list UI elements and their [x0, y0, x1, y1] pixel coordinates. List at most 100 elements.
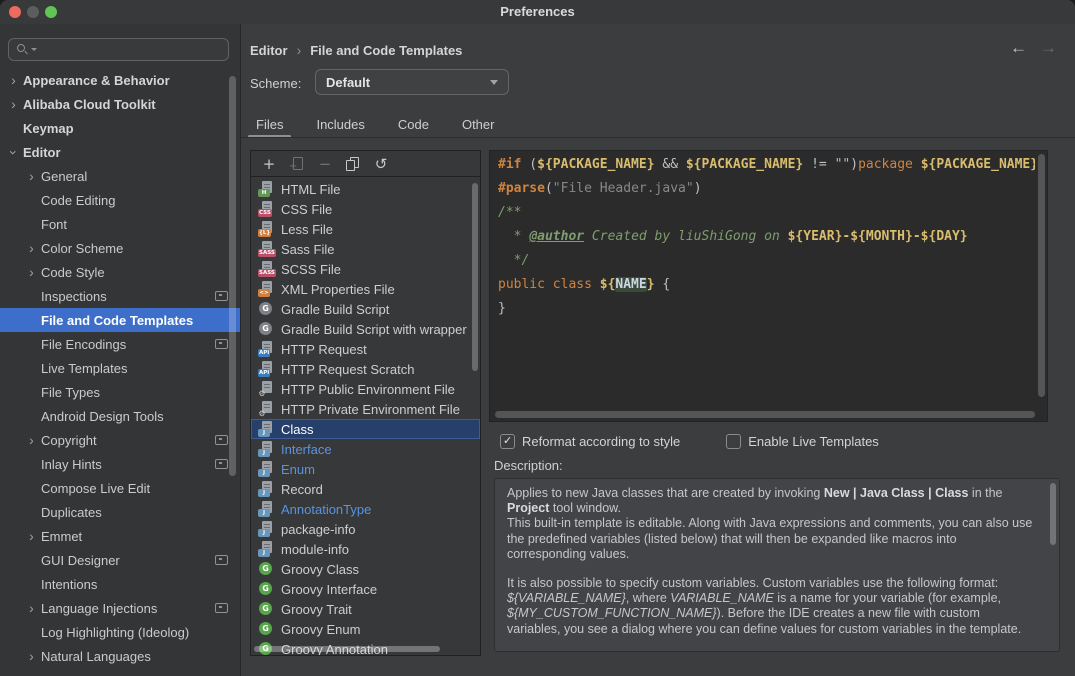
code-area[interactable]: #if (${PACKAGE_NAME} && ${PACKAGE_NAME} …	[498, 153, 1035, 407]
template-list-vscrollbar[interactable]	[472, 183, 478, 371]
back-arrow-icon[interactable]: ←	[1010, 38, 1027, 58]
sidebar-item-file-and-code-templates[interactable]: › File and Code Templates	[0, 308, 240, 332]
create-from-template-button[interactable]	[289, 156, 305, 172]
sidebar-item-copyright[interactable]: › Copyright	[0, 428, 240, 452]
sidebar-item-appearance-behavior[interactable]: › Appearance & Behavior	[0, 68, 240, 92]
add-template-button[interactable]: +	[261, 156, 277, 172]
template-row-html-file[interactable]: H HTML File	[251, 179, 480, 199]
sidebar-item-file-encodings[interactable]: › File Encodings	[0, 332, 240, 356]
template-row-record[interactable]: J Record	[251, 479, 480, 499]
template-list-panel: + − ↺ H HTML File CSS CSS File {L} Less Fi…	[250, 150, 481, 656]
tab-includes[interactable]: Includes	[312, 112, 368, 136]
code-line[interactable]: public class ${NAME} {	[498, 273, 1035, 297]
editor-vscrollbar[interactable]	[1038, 154, 1045, 397]
code-line[interactable]: }	[498, 297, 1035, 321]
sidebar-item-compose-live-edit[interactable]: › Compose Live Edit	[0, 476, 240, 500]
template-row-gradle-build-script[interactable]: G Gradle Build Script	[251, 299, 480, 319]
template-row-module-info[interactable]: J module-info	[251, 539, 480, 559]
sidebar-item-gui-designer[interactable]: › GUI Designer	[0, 548, 240, 572]
template-row-less-file[interactable]: {L} Less File	[251, 219, 480, 239]
code-line[interactable]: #parse("File Header.java")	[498, 177, 1035, 201]
breadcrumb-separator: ›	[297, 42, 302, 58]
sidebar-item-label: General	[41, 169, 87, 184]
template-row-groovy-trait[interactable]: G Groovy Trait	[251, 599, 480, 619]
template-code-editor[interactable]: #if (${PACKAGE_NAME} && ${PACKAGE_NAME} …	[489, 150, 1048, 422]
sidebar-item-code-style[interactable]: › Code Style	[0, 260, 240, 284]
template-name: AnnotationType	[281, 502, 371, 517]
sidebar-item-color-scheme[interactable]: › Color Scheme	[0, 236, 240, 260]
editor-hscrollbar[interactable]	[495, 411, 1035, 418]
template-row-annotationtype[interactable]: J AnnotationType	[251, 499, 480, 519]
code-line[interactable]: /**	[498, 201, 1035, 225]
sidebar-item-label: Android Design Tools	[41, 409, 164, 424]
template-row-package-info[interactable]: J package-info	[251, 519, 480, 539]
tab-code[interactable]: Code	[394, 112, 433, 136]
template-row-http-request[interactable]: API HTTP Request	[251, 339, 480, 359]
code-line[interactable]: #if (${PACKAGE_NAME} && ${PACKAGE_NAME} …	[498, 153, 1035, 177]
template-name: HTTP Private Environment File	[281, 402, 460, 417]
sidebar-item-keymap[interactable]: › Keymap	[0, 116, 240, 140]
less-file-icon: {L}	[258, 221, 274, 237]
java-file-icon: J	[258, 421, 274, 437]
sidebar-item-live-templates[interactable]: › Live Templates	[0, 356, 240, 380]
sidebar-item-editor[interactable]: › Editor	[0, 140, 240, 164]
template-row-interface[interactable]: J Interface	[251, 439, 480, 459]
sidebar-item-code-editing[interactable]: › Code Editing	[0, 188, 240, 212]
sidebar-item-language-injections[interactable]: › Language Injections	[0, 596, 240, 620]
sidebar-item-natural-languages[interactable]: › Natural Languages	[0, 644, 240, 668]
tab-other[interactable]: Other	[458, 112, 499, 136]
groovy-file-icon: G	[258, 581, 274, 597]
template-row-sass-file[interactable]: SASS Sass File	[251, 239, 480, 259]
sidebar-item-emmet[interactable]: › Emmet	[0, 524, 240, 548]
tab-files[interactable]: Files	[252, 112, 287, 136]
breadcrumb-editor[interactable]: Editor	[250, 43, 288, 58]
sidebar-item-duplicates[interactable]: › Duplicates	[0, 500, 240, 524]
template-row-groovy-enum[interactable]: G Groovy Enum	[251, 619, 480, 639]
template-row-class[interactable]: J Class	[251, 419, 480, 439]
template-row-css-file[interactable]: CSS CSS File	[251, 199, 480, 219]
settings-sidebar: › Appearance & Behavior › Alibaba Cloud …	[0, 24, 241, 676]
template-row-gradle-build-script-with-wrapper[interactable]: G Gradle Build Script with wrapper	[251, 319, 480, 339]
settings-search-input[interactable]	[8, 38, 229, 61]
code-line[interactable]: * @author Created by liuShiGong on ${YEA…	[498, 225, 1035, 249]
template-list-hscrollbar[interactable]	[254, 646, 440, 652]
template-row-xml-properties-file[interactable]: <> XML Properties File	[251, 279, 480, 299]
template-row-enum[interactable]: J Enum	[251, 459, 480, 479]
enable-live-templates-checkbox[interactable]: Enable Live Templates	[726, 432, 879, 450]
checkbox-icon[interactable]	[726, 434, 741, 449]
template-row-groovy-interface[interactable]: G Groovy Interface	[251, 579, 480, 599]
reset-template-button[interactable]: ↺	[373, 156, 389, 172]
sidebar-item-general[interactable]: › General	[0, 164, 240, 188]
tab-label: Other	[462, 117, 495, 132]
template-name: Class	[281, 422, 314, 437]
scheme-select[interactable]: Default	[315, 69, 509, 95]
code-line[interactable]: */	[498, 249, 1035, 273]
sidebar-item-intentions[interactable]: › Intentions	[0, 572, 240, 596]
template-row-scss-file[interactable]: SASS SCSS File	[251, 259, 480, 279]
gradle-file-icon: G	[258, 301, 274, 317]
sidebar-item-android-design-tools[interactable]: › Android Design Tools	[0, 404, 240, 428]
sidebar-item-log-highlighting-ideolog[interactable]: › Log Highlighting (Ideolog)	[0, 620, 240, 644]
remove-template-button[interactable]: −	[317, 156, 333, 172]
copy-template-button[interactable]	[345, 156, 361, 172]
template-row-http-private-environment-file[interactable]: ⚙ HTTP Private Environment File	[251, 399, 480, 419]
template-tabs: Files Includes Code Other	[252, 112, 498, 136]
template-row-groovy-class[interactable]: G Groovy Class	[251, 559, 480, 579]
sidebar-item-alibaba-cloud-toolkit[interactable]: › Alibaba Cloud Toolkit	[0, 92, 240, 116]
chevron-right-icon: ›	[8, 99, 19, 110]
template-name: Gradle Build Script with wrapper	[281, 322, 467, 337]
description-scrollbar[interactable]	[1050, 483, 1056, 545]
sidebar-item-inlay-hints[interactable]: › Inlay Hints	[0, 452, 240, 476]
template-row-http-public-environment-file[interactable]: ⚙ HTTP Public Environment File	[251, 379, 480, 399]
reformat-according-to-style-checkbox[interactable]: Reformat according to style	[500, 432, 680, 450]
http-file-icon: API	[258, 361, 274, 377]
java-file-icon: J	[258, 541, 274, 557]
template-row-http-request-scratch[interactable]: API HTTP Request Scratch	[251, 359, 480, 379]
sidebar-item-file-types[interactable]: › File Types	[0, 380, 240, 404]
sidebar-item-font[interactable]: › Font	[0, 212, 240, 236]
sidebar-item-inspections[interactable]: › Inspections	[0, 284, 240, 308]
tab-label: Code	[398, 117, 429, 132]
checkbox-icon[interactable]	[500, 434, 515, 449]
settings-tree: › Appearance & Behavior › Alibaba Cloud …	[0, 68, 240, 676]
sidebar-scrollbar[interactable]	[229, 76, 236, 476]
